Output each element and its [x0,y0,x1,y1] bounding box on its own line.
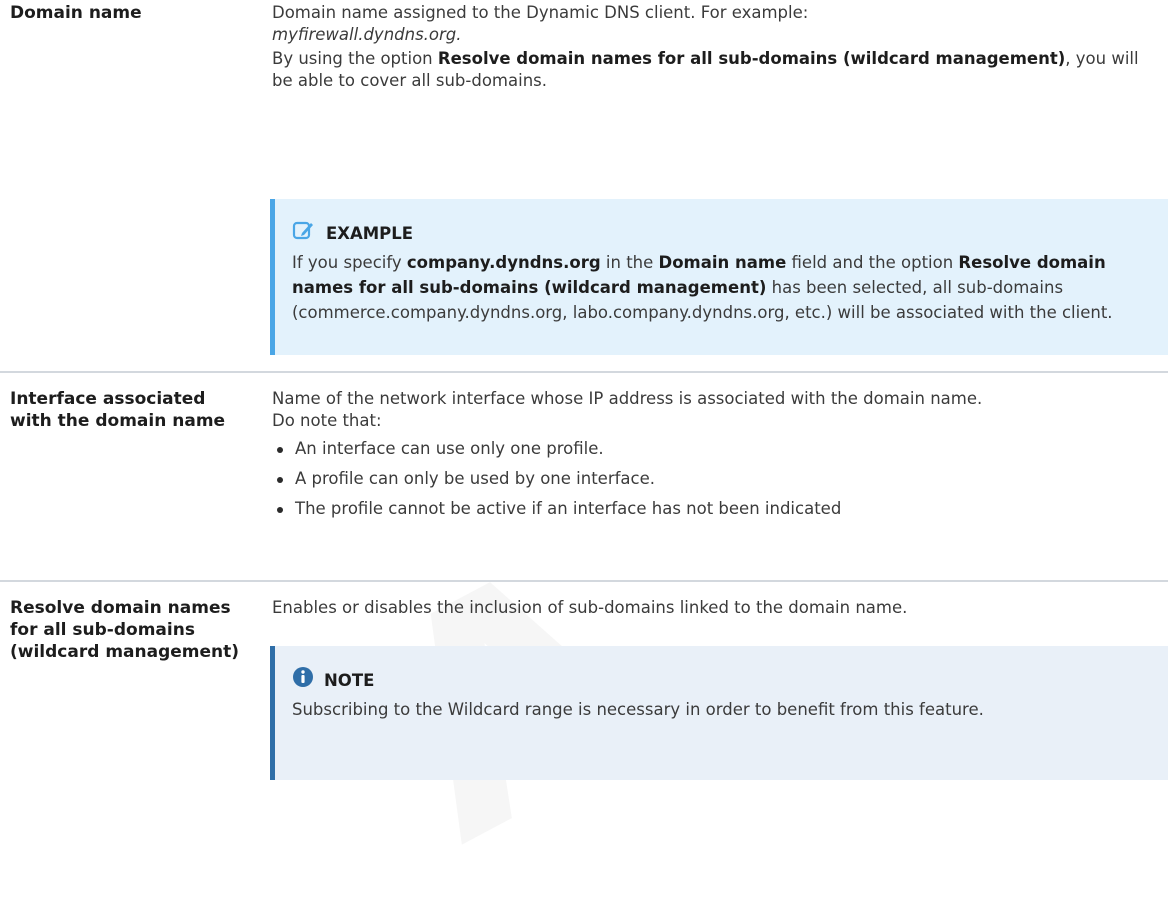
desc-paragraph: Name of the network interface whose IP a… [272,389,983,408]
example-domain: myfirewall.dyndns.org. [272,25,462,44]
callout-header: EXAMPLE [292,219,1156,248]
callout-body: Subscribing to the Wildcard range is nec… [292,700,984,719]
bold-text: Domain name [658,253,787,272]
list-item-text: A profile can only be used by one interf… [295,469,655,488]
list-item: A profile can only be used by one interf… [272,464,1162,494]
list-item: The profile cannot be active if an inter… [272,494,1162,524]
bullet-dot [277,477,283,483]
row-label-wildcard: Resolve domain names for all sub-domains… [10,598,240,662]
bold-option-name: Resolve domain names for all sub-domains… [437,49,1066,68]
text-span: By using the option [272,49,438,68]
row-label-interface: Interface associated with the domain nam… [10,389,226,431]
callout-title: EXAMPLE [326,224,414,243]
callout-title: NOTE [324,671,375,690]
desc-paragraph: By using the option Resolve domain names… [272,48,1162,92]
row-label-domain-name: Domain name [10,3,142,23]
list-item: An interface can use only one profile. [272,434,1162,464]
text-span: in the [600,253,659,272]
info-icon [292,666,314,695]
text-span: If you specify [292,253,407,272]
list-item-text: The profile cannot be active if an inter… [295,499,842,518]
callout-body: If you specify company.dyndns.org in the… [292,250,1156,325]
row-separator [0,580,1168,582]
desc-intro: Do note that: [272,411,382,430]
pencil-edit-icon [292,219,316,248]
row-desc-interface: Name of the network interface whose IP a… [272,388,1162,524]
desc-line: Domain name assigned to the Dynamic DNS … [272,3,809,22]
bullet-list: An interface can use only one profile. A… [272,434,1162,524]
bullet-dot [277,507,283,513]
row-desc-wildcard: Enables or disables the inclusion of sub… [272,598,908,617]
callout-header: NOTE [292,666,1156,695]
row-desc-domain-name: Domain name assigned to the Dynamic DNS … [272,2,1162,92]
text-span: field and the option [786,253,959,272]
bold-text: company.dyndns.org [406,253,601,272]
row-separator [0,371,1168,373]
list-item-text: An interface can use only one profile. [295,439,604,458]
bullet-dot [277,447,283,453]
note-callout: NOTE Subscribing to the Wildcard range i… [270,646,1168,780]
example-callout: EXAMPLE If you specify company.dyndns.or… [270,199,1168,355]
